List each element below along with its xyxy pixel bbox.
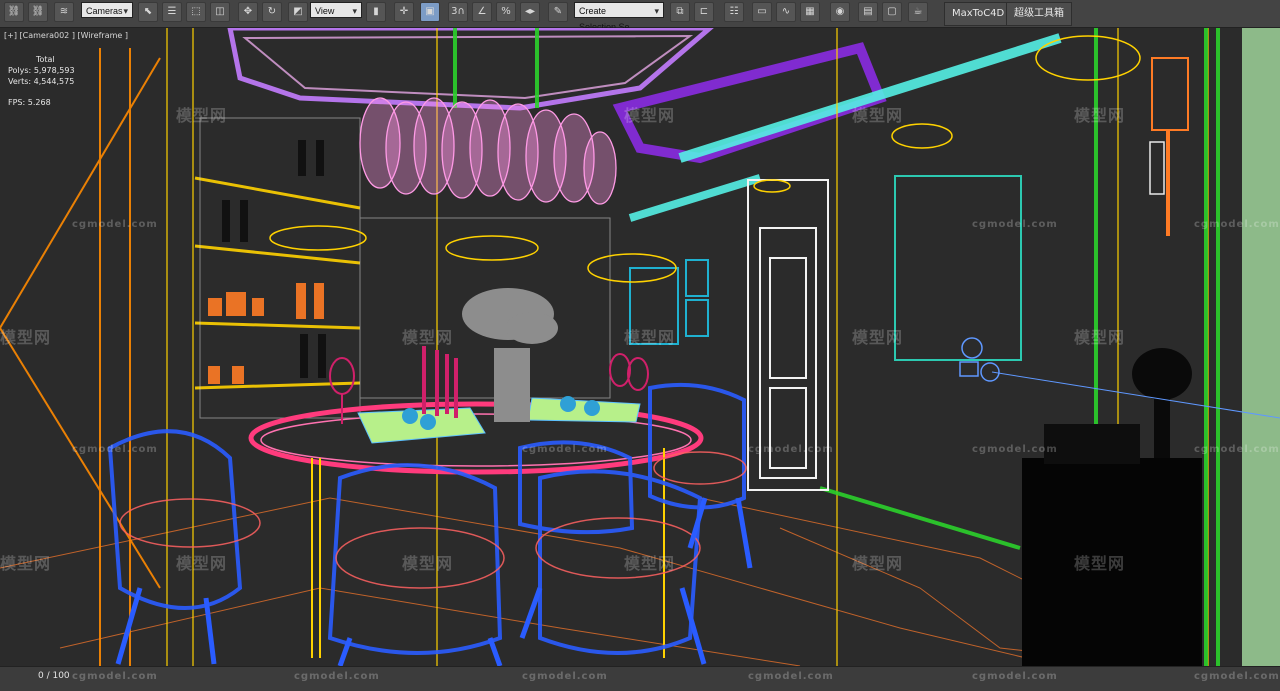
watermark-site: cgmodel.com — [522, 671, 608, 682]
watermark-logo: 模型网 — [852, 328, 904, 347]
toggle-ribbon-icon[interactable]: ▭ — [752, 2, 772, 22]
select-manipulate-icon[interactable]: ✛ — [394, 2, 414, 22]
stats-fps-row: FPS: 5.268 — [8, 97, 75, 108]
rendered-frame-icon[interactable]: ▢ — [882, 2, 902, 22]
stats-total-label: Total — [36, 55, 55, 64]
curve-editor-icon[interactable]: ∿ — [776, 2, 796, 22]
select-by-name-icon[interactable]: ☰ — [162, 2, 182, 22]
watermark-logo: 模型网 — [624, 328, 676, 347]
material-editor-icon[interactable]: ◉ — [830, 2, 850, 22]
super-toolbox-button[interactable]: 超级工具箱 — [1006, 2, 1072, 26]
maxtoc4d-button[interactable]: MaxToC4D — [944, 2, 1013, 26]
watermark-logo: 模型网 — [0, 554, 52, 573]
layer-explorer-icon[interactable]: ☷ — [724, 2, 744, 22]
snap-3-icon[interactable]: 3∩ — [448, 2, 468, 22]
mirror-icon[interactable]: ⧉ — [670, 2, 690, 22]
watermark-logo: 模型网 — [402, 328, 454, 347]
angle-snap-icon[interactable]: ∠ — [472, 2, 492, 22]
rect-selection-icon[interactable]: ⬚ — [186, 2, 206, 22]
watermark-site: cgmodel.com — [72, 444, 158, 455]
watermark-logo: 模型网 — [852, 106, 904, 125]
stats-fps-label: FPS: — [8, 98, 26, 107]
watermark-logo: 模型网 — [0, 328, 52, 347]
maxtoc4d-label: MaxToC4D — [952, 8, 1005, 19]
watermark-logo: 模型网 — [624, 554, 676, 573]
stats-polys-label: Polys: — [8, 66, 32, 75]
schematic-view-icon[interactable]: ▦ — [800, 2, 820, 22]
viewport-stats: Total Polys: 5,978,593 Verts: 4,544,575 … — [8, 54, 75, 108]
ref-coord-select[interactable]: View — [310, 2, 362, 19]
watermark-site: cgmodel.com — [972, 219, 1058, 230]
super-toolbox-label: 超级工具箱 — [1014, 8, 1064, 19]
move-icon[interactable]: ✥ — [238, 2, 258, 22]
watermark-site: cgmodel.com — [72, 671, 158, 682]
watermark-site: cgmodel.com — [1194, 219, 1280, 230]
unlink-icon[interactable]: ⛓ — [28, 2, 48, 22]
render-icon[interactable]: ☕ — [908, 2, 928, 22]
camera-filter-label: Cameras — [86, 6, 123, 16]
ref-coord-label: View — [315, 6, 335, 16]
watermark-logo: 模型网 — [1074, 328, 1126, 347]
watermark-logo: 模型网 — [624, 106, 676, 125]
pivot-icon[interactable]: ▮ — [366, 2, 386, 22]
time-slider[interactable]: 0 / 100 cgmodel.com cgmodel.com cgmodel.… — [0, 666, 1280, 691]
watermark-site: cgmodel.com — [522, 444, 608, 455]
stats-verts-value: 4,544,575 — [33, 77, 75, 86]
camera-viewport[interactable]: [+] [Camera002 ] [Wireframe ] Total Poly… — [0, 28, 1280, 666]
frame-counter[interactable]: 0 / 100 — [38, 671, 70, 681]
stats-polys-value: 5,978,593 — [33, 66, 75, 75]
watermark-site: cgmodel.com — [72, 219, 158, 230]
rotate-icon[interactable]: ↻ — [262, 2, 282, 22]
percent-snap-icon[interactable]: % — [496, 2, 516, 22]
render-setup-icon[interactable]: ▤ — [858, 2, 878, 22]
watermark-logo: 模型网 — [402, 554, 454, 573]
bind-spacewarp-icon[interactable]: ≋ — [54, 2, 74, 22]
viewport-label[interactable]: [+] [Camera002 ] [Wireframe ] — [4, 31, 128, 40]
stats-polys-row: Polys: 5,978,593 — [8, 65, 75, 76]
watermark-site: cgmodel.com — [972, 671, 1058, 682]
align-icon[interactable]: ⊏ — [694, 2, 714, 22]
watermark-logo: 模型网 — [176, 554, 228, 573]
link-icon[interactable]: ⛓ — [4, 2, 24, 22]
watermark-logo: 模型网 — [1074, 554, 1126, 573]
watermark-site: cgmodel.com — [972, 444, 1058, 455]
keyboard-shortcut-icon[interactable]: ▣ — [420, 2, 440, 22]
watermark-logo: 模型网 — [1074, 106, 1126, 125]
stats-fps-value: 5.268 — [27, 98, 51, 107]
watermark-site: cgmodel.com — [1194, 671, 1280, 682]
main-toolbar: ⛓ ⛓ ≋ Cameras ⬉ ☰ ⬚ ◫ ✥ ↻ ◩ View ▮ ✛ ▣ 3… — [0, 0, 1280, 32]
stats-verts-row: Verts: 4,544,575 — [8, 76, 75, 87]
window-crossing-icon[interactable]: ◫ — [210, 2, 230, 22]
scale-icon[interactable]: ◩ — [288, 2, 308, 22]
spinner-snap-icon[interactable]: ◂▸ — [520, 2, 540, 22]
watermark-logo: 模型网 — [852, 554, 904, 573]
edit-named-selections-icon[interactable]: ✎ — [548, 2, 568, 22]
watermark-site: cgmodel.com — [1194, 444, 1280, 455]
camera-selection-filter[interactable]: Cameras — [81, 2, 133, 19]
stats-verts-label: Verts: — [8, 77, 32, 86]
watermark-logo: 模型网 — [176, 106, 228, 125]
watermark-site: cgmodel.com — [748, 444, 834, 455]
watermark-site: cgmodel.com — [748, 671, 834, 682]
select-object-icon[interactable]: ⬉ — [138, 2, 158, 22]
named-selection-sets[interactable]: Create Selection Se — [574, 2, 664, 32]
watermark-site: cgmodel.com — [294, 671, 380, 682]
